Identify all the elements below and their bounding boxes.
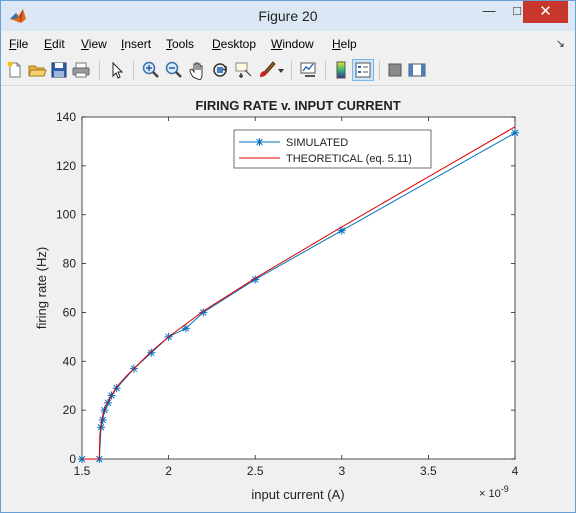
legend-asterisk-marker	[255, 138, 264, 146]
x-exponent-label: × 10-9	[479, 484, 509, 500]
zoom-in-icon[interactable]	[141, 60, 161, 80]
brush-dropdown-icon[interactable]	[276, 60, 286, 80]
colorbar-icon[interactable]	[331, 60, 351, 80]
y-tick-label: 140	[56, 110, 76, 124]
legend-label-theoretical: THEORETICAL (eq. 5.11)	[286, 153, 412, 165]
x-tick-label: 2	[165, 464, 172, 478]
data-point-marker	[147, 348, 156, 357]
menu-insert[interactable]: Insert	[121, 37, 151, 51]
y-tick-label: 40	[63, 354, 77, 368]
x-tick-label: 2.5	[247, 464, 264, 478]
data-point-marker	[511, 128, 519, 137]
link-plot-icon[interactable]	[299, 60, 319, 80]
x-axis-label: input current (A)	[251, 487, 344, 502]
print-icon[interactable]	[71, 60, 91, 80]
save-icon[interactable]	[49, 60, 69, 80]
chart-title: FIRING RATE v. INPUT CURRENT	[195, 98, 400, 113]
hide-plot-tools-icon[interactable]	[385, 60, 405, 80]
x-tick-label: 4	[512, 464, 519, 478]
figure-canvas: FIRING RATE v. INPUT CURRENT 1.5 2 2.5 3 3.5…	[9, 87, 569, 506]
x-tick-label: 3	[338, 464, 345, 478]
toolbar-separator	[291, 61, 292, 80]
y-tick-label: 60	[63, 305, 77, 319]
brush-icon[interactable]	[256, 60, 276, 80]
y-tick-label: 120	[56, 159, 76, 173]
y-tick-label: 20	[63, 403, 77, 417]
zoom-out-icon[interactable]	[164, 60, 184, 80]
show-plot-tools-icon[interactable]	[407, 60, 427, 80]
y-tick-label: 0	[69, 452, 76, 466]
new-figure-icon[interactable]	[5, 60, 25, 80]
figure-window: Figure 20 — □ ✕ File Edit View Insert To…	[0, 0, 576, 513]
y-axis-label: firing rate (Hz)	[34, 247, 49, 329]
pan-icon[interactable]	[187, 60, 207, 80]
open-file-icon[interactable]	[27, 60, 47, 80]
legend-label-simulated: SIMULATED	[286, 137, 348, 149]
dock-arrow-icon[interactable]: ↘	[556, 37, 565, 50]
y-tick-label: 100	[56, 208, 76, 222]
menu-edit[interactable]: Edit	[44, 37, 65, 51]
figure-toolbar	[1, 57, 575, 86]
menu-view[interactable]: View	[81, 37, 107, 51]
x-tick-label: 1.5	[74, 464, 91, 478]
title-bar[interactable]: Figure 20 — □ ✕	[1, 1, 575, 31]
toolbar-separator	[379, 61, 380, 80]
close-button[interactable]: ✕	[523, 1, 568, 23]
pointer-icon[interactable]	[107, 60, 127, 80]
minimize-button[interactable]: —	[475, 1, 503, 23]
legend[interactable]: SIMULATED THEORETICAL (eq. 5.11)	[233, 129, 432, 169]
data-cursor-icon[interactable]	[233, 60, 253, 80]
menu-tools[interactable]: Tools	[166, 37, 194, 51]
toolbar-separator	[133, 61, 134, 80]
data-point-marker	[337, 226, 346, 235]
legend-marker-simulated	[255, 138, 264, 146]
rotate-3d-icon[interactable]	[210, 60, 230, 80]
menu-desktop[interactable]: Desktop	[212, 37, 256, 51]
toolbar-separator	[99, 61, 100, 80]
x-tick-label: 3.5	[420, 464, 437, 478]
y-tick-label: 80	[63, 257, 77, 271]
menu-window[interactable]: Window	[271, 37, 314, 51]
menu-bar: File Edit View Insert Tools Desktop Wind…	[1, 34, 575, 54]
menu-file[interactable]: File	[9, 37, 28, 51]
toolbar-separator	[325, 61, 326, 80]
menu-help[interactable]: Help	[332, 37, 357, 51]
legend-icon[interactable]	[352, 59, 374, 81]
